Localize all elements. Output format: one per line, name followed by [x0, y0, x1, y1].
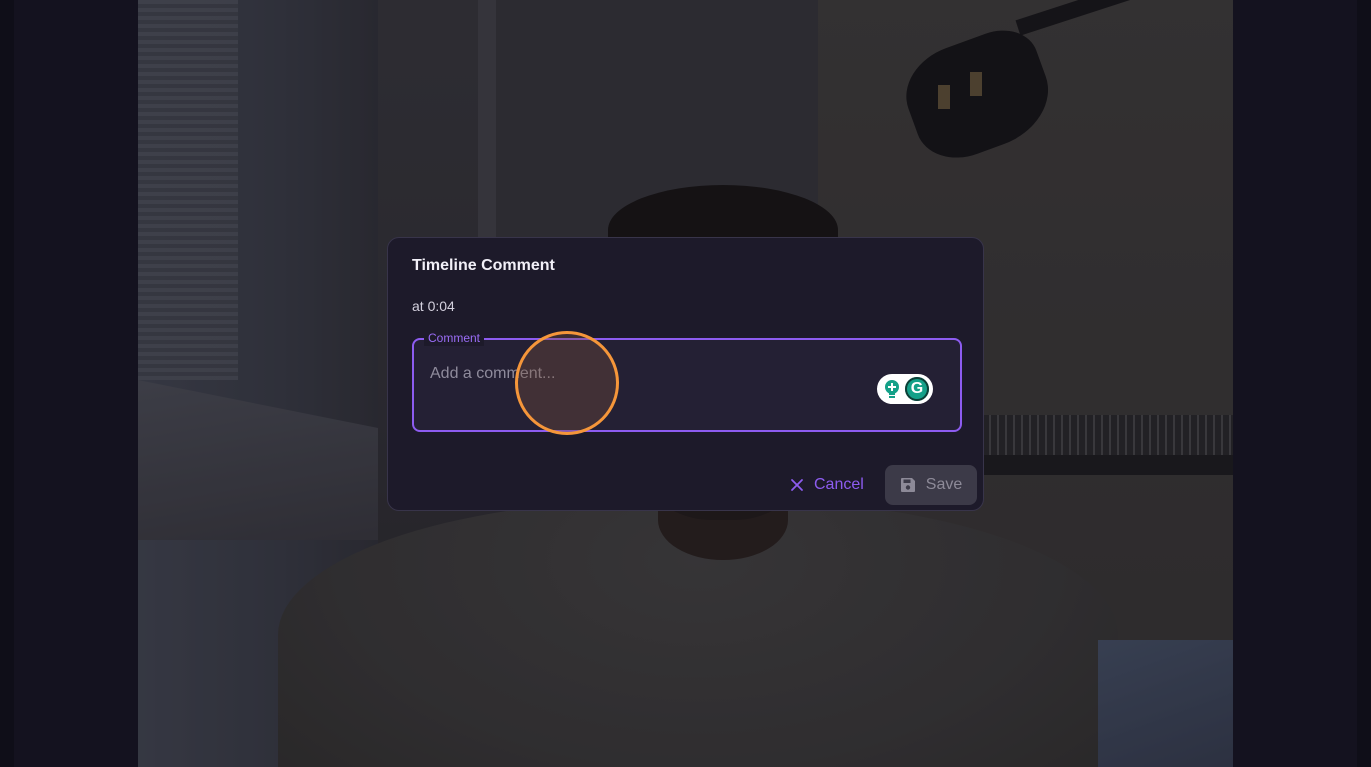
- save-label: Save: [925, 476, 963, 493]
- dialog-title: Timeline Comment: [412, 257, 555, 274]
- grammarly-icon: G: [905, 377, 929, 401]
- close-icon: [791, 479, 803, 491]
- save-button[interactable]: Save: [885, 465, 977, 505]
- comment-field[interactable]: Comment G: [412, 330, 962, 432]
- left-gutter: [0, 0, 14, 767]
- right-gutter: [1357, 0, 1371, 767]
- comment-timestamp: at 0:04: [412, 298, 455, 314]
- cancel-label: Cancel: [814, 476, 864, 493]
- page: Timeline Comment at 0:04 Comment G Cance…: [0, 0, 1371, 767]
- timeline-comment-dialog: Timeline Comment at 0:04 Comment G Cance…: [387, 237, 984, 511]
- comment-field-label: Comment: [424, 330, 485, 346]
- click-indicator: [515, 331, 619, 435]
- floppy-disk-icon: [900, 478, 915, 492]
- comment-input[interactable]: [428, 358, 852, 390]
- grammarly-widget[interactable]: G: [877, 374, 933, 404]
- lightbulb-icon: [885, 380, 899, 398]
- cancel-button[interactable]: Cancel: [784, 468, 870, 502]
